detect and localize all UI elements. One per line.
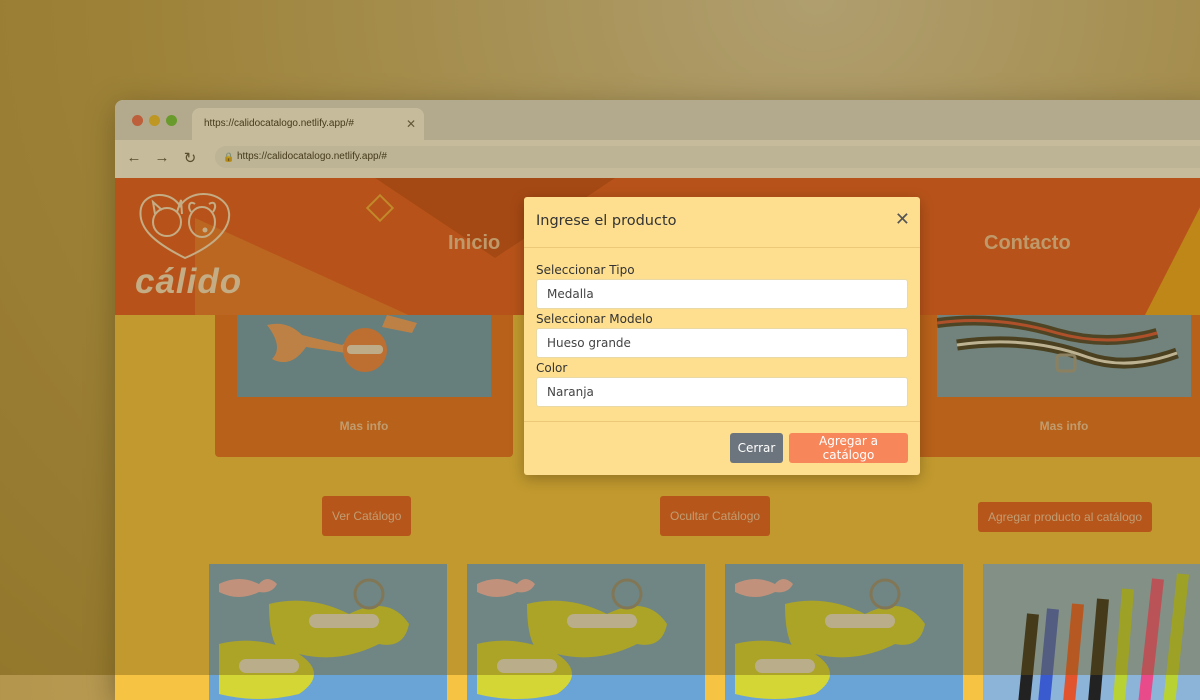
close-icon[interactable]: ✕ bbox=[895, 209, 910, 230]
modelo-input[interactable] bbox=[536, 328, 908, 358]
modal-title: Ingrese el producto bbox=[536, 213, 677, 229]
color-input[interactable] bbox=[536, 377, 908, 407]
tipo-input[interactable] bbox=[536, 279, 908, 309]
color-label: Color bbox=[536, 361, 568, 375]
add-product-modal: Ingrese el producto ✕ Seleccionar Tipo S… bbox=[524, 197, 920, 475]
agregar-a-catalogo-button[interactable]: Agregar a catálogo bbox=[789, 433, 908, 463]
modal-divider bbox=[524, 247, 920, 248]
cerrar-button[interactable]: Cerrar bbox=[730, 433, 783, 463]
modelo-label: Seleccionar Modelo bbox=[536, 312, 653, 326]
tipo-label: Seleccionar Tipo bbox=[536, 263, 635, 277]
modal-divider bbox=[524, 421, 920, 422]
